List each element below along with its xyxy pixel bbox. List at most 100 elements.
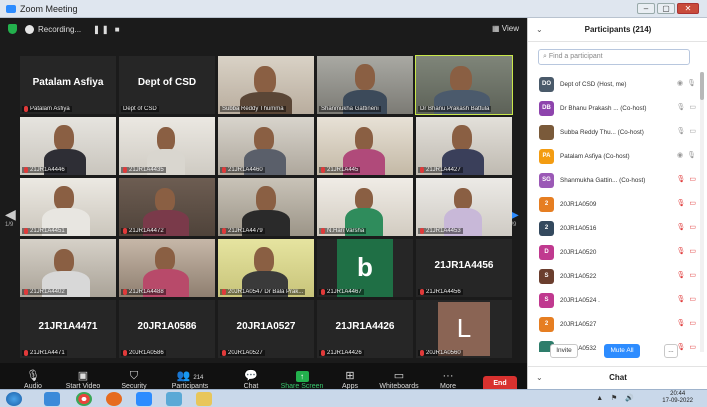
apps-button[interactable]: ⊞ Apps (327, 369, 373, 390)
expand-chevron-icon[interactable]: ⌄ (536, 367, 543, 389)
muted-mic-icon[interactable]: 🎙 (676, 247, 685, 255)
tile-label-text: 21JR1A4467 (327, 289, 362, 295)
muted-mic-icon[interactable]: 🎙 (676, 223, 685, 231)
tile-label: 21JR1A4426 (319, 350, 364, 356)
participant-row[interactable]: S 20JR1A0522 🎙 ▭ (528, 264, 700, 288)
tile-label-text: 21JR1A4446 (30, 167, 65, 173)
microphone-icon[interactable]: 🎙 (676, 127, 685, 135)
microphone-icon[interactable]: 🎙 (687, 151, 696, 159)
start-video-button[interactable]: ▣ Start Video (60, 369, 106, 390)
tile-name: Patalam Asfiya (32, 77, 104, 88)
video-tile[interactable]: Subba Reddy Thumma (218, 56, 314, 114)
find-participant-input[interactable]: ⌕ Find a participant (538, 49, 690, 65)
video-tile[interactable]: 21JR1A4479 (218, 178, 314, 236)
participant-name: Subba Reddy Thu... (Co-host) (560, 128, 644, 136)
more-options-button[interactable]: ... (664, 344, 678, 358)
video-tile[interactable]: 21JR1A4402 (20, 239, 116, 297)
chrome-icon[interactable] (76, 392, 92, 406)
firefox-icon[interactable] (106, 392, 122, 406)
video-tile[interactable]: L 20JR1A0560 (416, 300, 512, 358)
participant-row[interactable]: S 20JR1A0524 . 🎙 ▭ (528, 288, 700, 312)
video-tile[interactable]: 20JR1A0527 20JR1A0527 (218, 300, 314, 358)
internet-explorer-icon[interactable] (44, 392, 60, 406)
video-tile[interactable]: Shanmukha Gattineni (317, 56, 413, 114)
chat-icon: 💬 (244, 370, 258, 382)
whiteboards-button[interactable]: ▭ Whiteboards (376, 369, 422, 390)
tile-label-text: 21JR1A4426 (327, 350, 362, 356)
file-explorer-icon[interactable] (196, 392, 212, 406)
close-button[interactable]: ✕ (677, 3, 699, 14)
participants-scrollbar[interactable] (700, 72, 704, 352)
participant-row[interactable]: D 20JR1A0520 🎙 ▭ (528, 240, 700, 264)
video-tile[interactable]: 21JR1A4460 (218, 117, 314, 175)
chat-button[interactable]: 💬 Chat (228, 369, 274, 390)
video-tile[interactable]: 21JR1A4427 (416, 117, 512, 175)
video-tile[interactable]: Dept of CSD Dept of CSD (119, 56, 215, 114)
tile-name: 21JR1A4471 (38, 321, 98, 332)
security-button[interactable]: ⛉ Security (111, 369, 157, 390)
collapse-chevron-icon[interactable]: ⌄ (536, 18, 543, 42)
video-tile[interactable]: 21JR1A4451 (20, 178, 116, 236)
zoom-taskbar-icon[interactable] (136, 392, 152, 406)
view-button[interactable]: ▦ View (492, 24, 519, 33)
more-button[interactable]: ··· More (425, 369, 471, 390)
participant-row[interactable]: 2 20JR1A0509 🎙 ▭ (528, 192, 700, 216)
participant-row[interactable]: 2 20JR1A0527 🎙 ▭ (528, 312, 700, 336)
participant-name: Dr Bhanu Prakash ... (Co-host) (560, 104, 647, 112)
system-tray[interactable]: ▲ ⚑ 🔊 (596, 394, 637, 402)
participant-row[interactable]: Subba Reddy Thu... (Co-host) 🎙 ▭ (528, 120, 700, 144)
video-tile[interactable]: 21JR1A4446 (20, 117, 116, 175)
maximize-button[interactable]: ▢ (657, 3, 675, 14)
video-tile[interactable]: 21JR1A4426 21JR1A4426 (317, 300, 413, 358)
video-tile[interactable]: 20JR1A0586 20JR1A0586 (119, 300, 215, 358)
participant-name: 20JR1A0522 (560, 272, 597, 280)
taskbar-clock[interactable]: 20:44 17-09-2022 (662, 391, 693, 405)
video-tile[interactable]: b 21JR1A4467 (317, 239, 413, 297)
participant-row[interactable]: SG Shanmukha Gattin... (Co-host) 🎙 ▭ (528, 168, 700, 192)
invite-button[interactable]: Invite (550, 344, 578, 358)
muted-mic-icon[interactable]: 🎙 (676, 295, 685, 303)
participant-avatar: 2 (539, 196, 554, 212)
audio-button[interactable]: 🎙 Audio (10, 369, 56, 390)
minimize-button[interactable]: – (637, 3, 655, 14)
video-tile[interactable]: 21JR1A4456 21JR1A4456 (416, 239, 512, 297)
microphone-icon[interactable]: 🎙 (676, 103, 685, 111)
participant-row[interactable]: PA Patalam Asfiya (Co-host) ◉ 🎙 (528, 144, 700, 168)
video-tile[interactable]: Patalam Asfiya Patalam Asfiya (20, 56, 116, 114)
scrollbar-thumb[interactable] (700, 72, 704, 100)
video-tile[interactable]: 21JR1A4453 (416, 178, 512, 236)
muted-mic-icon[interactable]: 🎙 (676, 199, 685, 207)
recording-controls[interactable]: ❚❚ ■ (93, 25, 121, 34)
recording-icon (25, 24, 34, 34)
muted-mic-icon[interactable]: 🎙 (676, 271, 685, 279)
participant-row[interactable]: DO Dept of CSD (Host, me) ◉ 🎙 (528, 72, 700, 96)
video-tile[interactable]: 20JR1A0547 Dr Bala Prak... (218, 239, 314, 297)
window-titlebar: Zoom Meeting – ▢ ✕ (0, 0, 707, 18)
mute-all-button[interactable]: Mute All (604, 344, 640, 358)
participant-avatar: 2 (539, 316, 554, 332)
participant-avatar: PA (539, 148, 554, 164)
video-tile[interactable]: 21JR1A4472 (119, 178, 215, 236)
video-tile[interactable]: 21JR1A445 (317, 117, 413, 175)
participants-button[interactable]: 👥 214 Participants (167, 369, 213, 390)
shield-icon[interactable] (8, 24, 17, 34)
video-tile[interactable]: N.Hari Varsha (317, 178, 413, 236)
muted-mic-icon[interactable]: 🎙 (676, 175, 685, 183)
app-taskbar-icon[interactable] (166, 392, 182, 406)
meeting-area: Recording... ❚❚ ■ ▦ View ◀ 1/9 ▶ 1/9 Pat… (0, 18, 527, 407)
video-tile[interactable]: 21JR1A4488 (119, 239, 215, 297)
previous-page-icon[interactable]: ◀ (5, 206, 16, 223)
share-screen-button[interactable]: ↑ Share Screen (279, 369, 325, 390)
participant-row[interactable]: DB Dr Bhanu Prakash ... (Co-host) 🎙 ▭ (528, 96, 700, 120)
participant-row[interactable]: 2 20JR1A0516 🎙 ▭ (528, 216, 700, 240)
start-button-icon[interactable] (6, 392, 22, 406)
window-title: Zoom Meeting (20, 3, 78, 14)
participant-name: Dept of CSD (Host, me) (560, 80, 627, 88)
video-tile-active-speaker[interactable]: Dr Bhanu Prakash Battula (415, 55, 513, 115)
chat-header[interactable]: ⌄ Chat (528, 366, 707, 389)
video-off-icon: ▭ (689, 224, 696, 231)
muted-mic-icon[interactable]: 🎙 (676, 319, 685, 327)
video-tile[interactable]: 21JR1A4435 (119, 117, 215, 175)
microphone-icon[interactable]: 🎙 (687, 79, 696, 87)
video-tile[interactable]: 21JR1A4471 21JR1A4471 (20, 300, 116, 358)
